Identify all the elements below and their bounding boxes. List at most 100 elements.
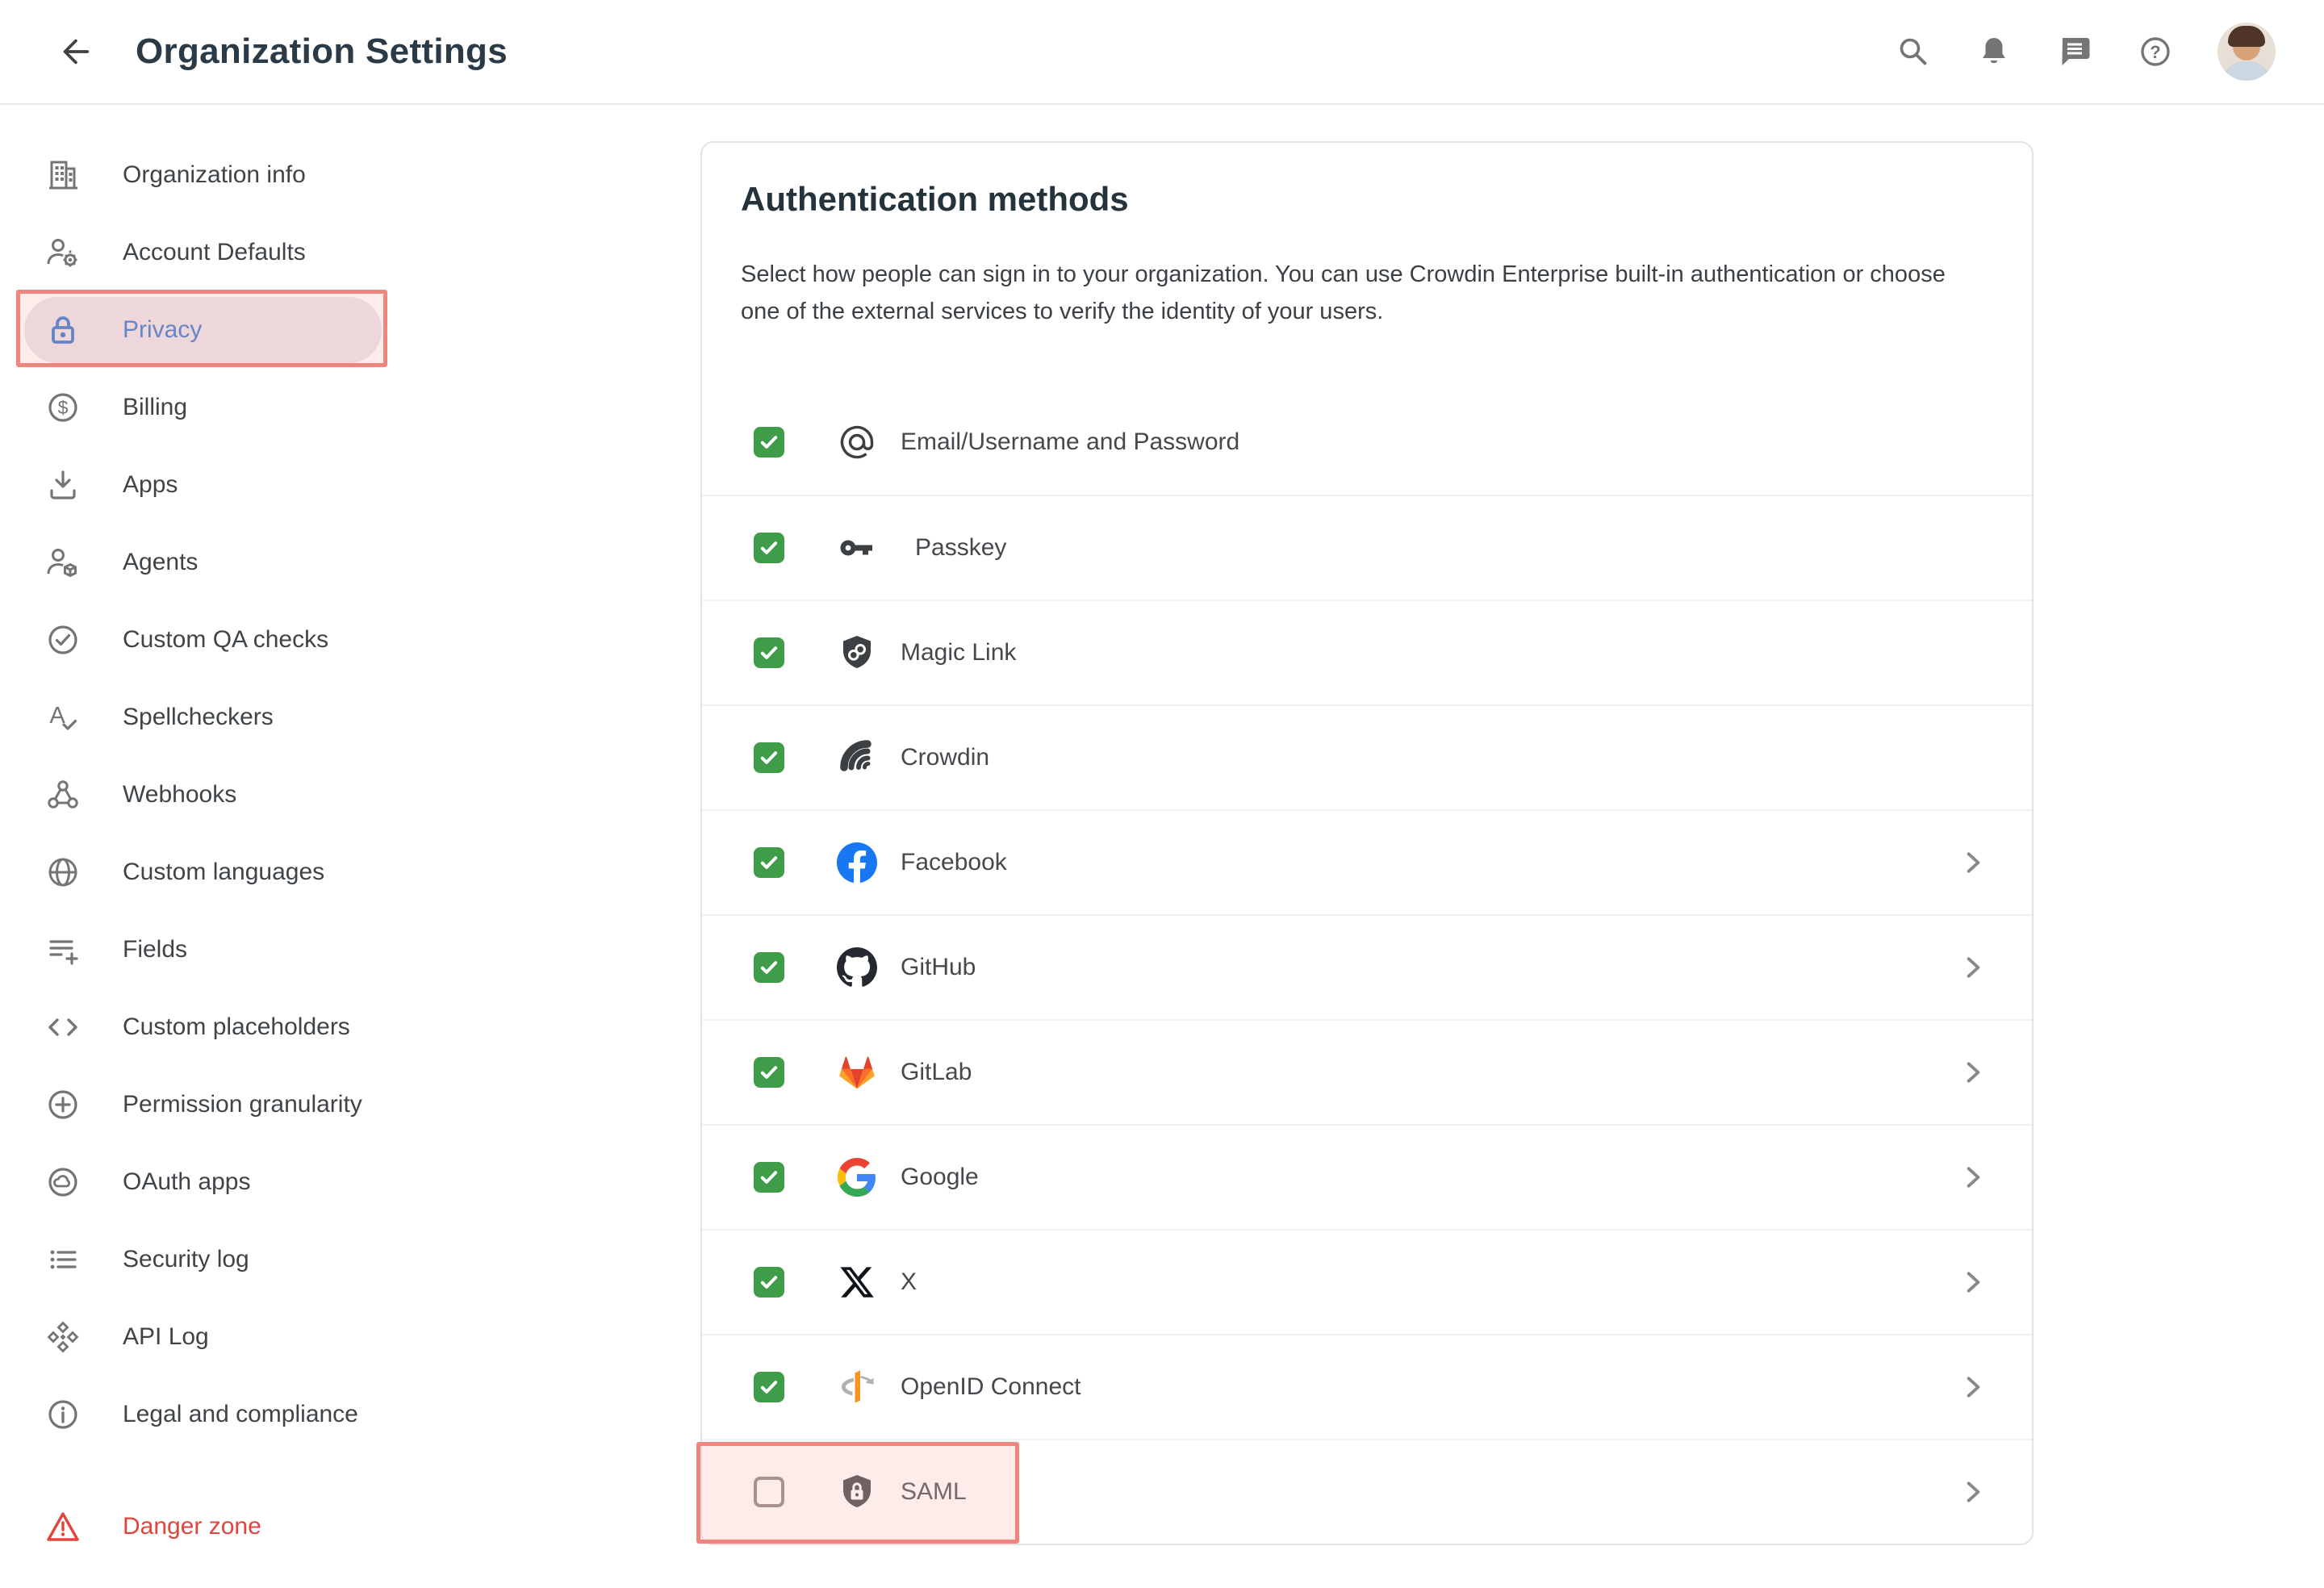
sidebar-item-label: Billing [123,394,187,421]
diamonds-icon [44,1318,82,1356]
sidebar-item-spellcheckers[interactable]: A Spellcheckers [0,679,694,756]
auth-row-google[interactable]: Google [702,1124,2032,1229]
method-label: Google [901,1164,979,1191]
method-label: Facebook [901,849,1007,876]
sidebar-item-danger-zone[interactable]: Danger zone [0,1488,694,1565]
back-button[interactable] [52,29,97,74]
checkbox-checked[interactable] [754,533,784,563]
checkbox-checked[interactable] [754,847,784,878]
svg-text:?: ? [2150,42,2160,62]
sidebar-item-agents[interactable]: Agents [0,524,694,601]
app-header: Organization Settings ? [0,0,2324,105]
sidebar-item-custom-placeholders[interactable]: Custom placeholders [0,988,694,1066]
checkbox-checked[interactable] [754,637,784,668]
auth-row-github[interactable]: GitHub [702,914,2032,1019]
sidebar-item-permission-granularity[interactable]: Permission granularity [0,1066,694,1143]
chevron-right-icon[interactable] [1959,1059,1987,1086]
auth-row-saml[interactable]: SAML [702,1439,2032,1544]
checkbox-checked[interactable] [754,1162,784,1193]
sidebar-item-label: API Log [123,1323,209,1351]
auth-row-passkey[interactable]: Passkey [702,495,2032,600]
globe-icon [44,853,82,892]
method-label: Crowdin [901,744,989,771]
chevron-right-icon[interactable] [1959,954,1987,981]
chevron-right-icon[interactable] [1959,1478,1987,1506]
user-avatar[interactable] [2217,23,2276,81]
help-icon[interactable]: ? [2137,33,2174,70]
webhook-icon [44,775,82,814]
auth-methods-list: Email/Username and Password Passkey Magi… [702,390,2032,1544]
chevron-right-icon[interactable] [1959,1373,1987,1401]
sidebar-item-label: OAuth apps [123,1168,250,1196]
auth-row-openid-connect[interactable]: OpenID Connect [702,1334,2032,1439]
info-circle-icon [44,1395,82,1434]
checkbox-checked[interactable] [754,427,784,458]
checkbox-checked[interactable] [754,742,784,773]
checkbox-checked[interactable] [754,1267,784,1298]
code-brackets-icon [44,1008,82,1047]
card-description: Select how people can sign in to your or… [741,256,1975,330]
check-circle-icon [44,621,82,659]
auth-row-gitlab[interactable]: GitLab [702,1019,2032,1124]
list-icon [44,1240,82,1279]
method-label: GitLab [901,1059,972,1086]
crowdin-icon [836,737,878,779]
sidebar-item-oauth-apps[interactable]: OAuth apps [0,1143,694,1221]
auth-row-x[interactable]: X [702,1229,2032,1334]
avatar-hair [2228,26,2265,47]
method-label: OpenID Connect [901,1373,1080,1401]
sidebar-item-label: Organization info [123,161,306,189]
avatar-shirt [2222,61,2272,81]
sidebar-item-webhooks[interactable]: Webhooks [0,756,694,834]
chevron-right-icon[interactable] [1959,849,1987,876]
sidebar-item-label: Security log [123,1246,249,1273]
method-label: GitHub [901,954,976,981]
sidebar-item-privacy[interactable]: Privacy [0,291,694,369]
person-cube-icon [44,543,82,582]
sidebar-item-legal-and-compliance[interactable]: Legal and compliance [0,1376,694,1453]
sidebar-item-api-log[interactable]: API Log [0,1298,694,1376]
sidebar-item-custom-languages[interactable]: Custom languages [0,834,694,911]
header-actions: ? [1895,23,2276,81]
sidebar-item-custom-qa-checks[interactable]: Custom QA checks [0,601,694,679]
at-icon [836,421,878,463]
person-gear-icon [44,233,82,272]
method-label: SAML [901,1478,967,1506]
sidebar-item-label: Permission granularity [123,1091,362,1118]
cloud-circle-icon [44,1163,82,1201]
messages-chat-icon[interactable] [2056,33,2093,70]
sidebar-item-organization-info[interactable]: Organization info [0,136,694,214]
github-icon [836,947,878,988]
sidebar-item-account-defaults[interactable]: Account Defaults [0,214,694,291]
sidebar-item-label: Custom QA checks [123,626,328,654]
sidebar-item-label: Privacy [123,316,202,344]
search-icon[interactable] [1895,33,1932,70]
sidebar-item-label: Apps [123,471,178,499]
card-header: Authentication methods Select how people… [702,143,2032,330]
sidebar-item-billing[interactable]: $ Billing [0,369,694,446]
sidebar-item-apps[interactable]: Apps [0,446,694,524]
openid-icon [836,1366,878,1408]
sidebar-item-security-log[interactable]: Security log [0,1221,694,1298]
chevron-right-icon[interactable] [1959,1164,1987,1191]
checkbox-checked[interactable] [754,1372,784,1402]
auth-row-email-username-and-password[interactable]: Email/Username and Password [702,390,2032,495]
notifications-bell-icon[interactable] [1975,33,2013,70]
sidebar-item-label: Danger zone [123,1513,261,1540]
method-label: Email/Username and Password [901,428,1239,456]
gitlab-icon [836,1051,878,1093]
auth-row-magic-link[interactable]: Magic Link [702,600,2032,704]
sidebar-item-fields[interactable]: Fields [0,911,694,988]
checkbox-unchecked[interactable] [754,1477,784,1507]
shield-link-icon [836,632,878,674]
page-content: Organization info Account Defaults Priva… [0,105,2324,1565]
chevron-right-icon[interactable] [1959,1268,1987,1296]
card-title: Authentication methods [741,178,1975,220]
auth-row-crowdin[interactable]: Crowdin [702,704,2032,809]
checkbox-checked[interactable] [754,1057,784,1088]
auth-row-facebook[interactable]: Facebook [702,809,2032,914]
arrow-left-icon [65,41,88,63]
checkbox-checked[interactable] [754,952,784,983]
dollar-circle-icon: $ [44,388,82,427]
method-label: Passkey [915,534,1006,562]
